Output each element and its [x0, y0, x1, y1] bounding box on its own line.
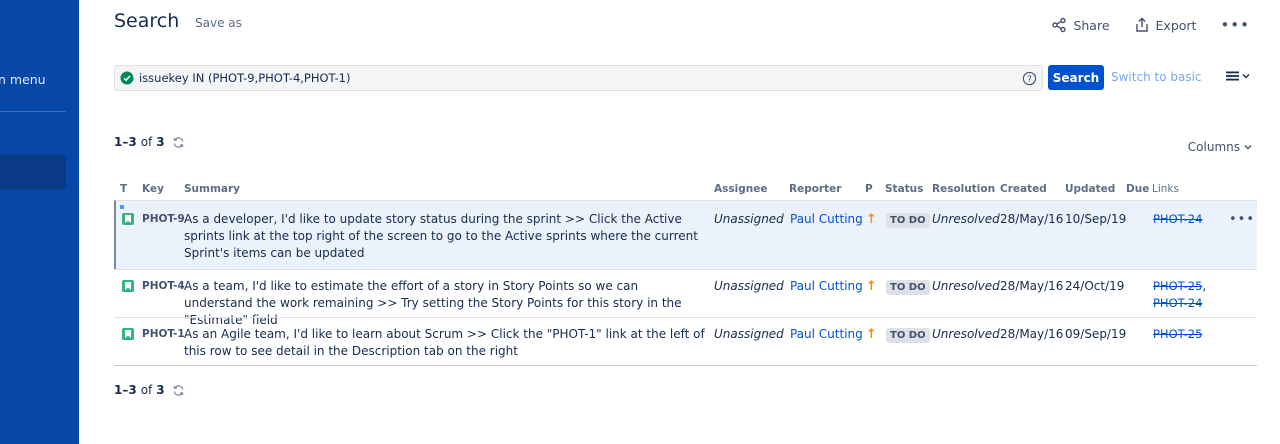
issue-summary[interactable]: As an Agile team, I'd like to learn abou…	[184, 326, 706, 360]
table-bottom-border	[114, 365, 1257, 366]
issue-link[interactable]: PHOT-24	[1153, 296, 1202, 310]
help-icon[interactable]: ?	[1022, 71, 1037, 86]
issue-link[interactable]: PHOT-24	[1153, 211, 1202, 228]
table-row[interactable]: PHOT-4 As a team, I'd like to estimate t…	[114, 269, 1257, 327]
status-badge: TO DO	[886, 280, 930, 295]
table-header: T Key Summary Assignee Reporter P Status…	[114, 180, 1257, 200]
issue-resolution: Unresolved	[932, 327, 1000, 341]
share-label: Share	[1073, 17, 1110, 33]
search-button[interactable]: Search	[1048, 65, 1104, 90]
result-range: 1–3	[114, 383, 137, 397]
issue-summary[interactable]: As a developer, I'd like to update story…	[184, 211, 706, 262]
result-count-top: 1–3 of 3	[114, 135, 185, 149]
status-badge: TO DO	[886, 213, 930, 228]
result-count-bottom: 1–3 of 3	[114, 383, 185, 397]
switch-to-basic-link[interactable]: Switch to basic	[1111, 70, 1202, 84]
sidebar-menu-label[interactable]: n menu	[0, 72, 46, 87]
issue-updated: 24/Oct/19	[1065, 279, 1125, 293]
header-type[interactable]: T	[120, 183, 127, 195]
story-icon	[122, 280, 134, 292]
export-icon	[1135, 17, 1148, 32]
header-resolution[interactable]: Resolution	[932, 183, 995, 195]
status-cell: TO DO	[886, 278, 930, 295]
status-cell: TO DO	[886, 326, 930, 343]
header-assignee[interactable]: Assignee	[714, 183, 767, 195]
focus-indicator	[120, 205, 124, 209]
header-updated[interactable]: Updated	[1065, 183, 1115, 195]
export-label: Export	[1155, 17, 1197, 33]
status-cell: TO DO	[886, 211, 930, 228]
row-actions-button[interactable]: •••	[1229, 211, 1255, 228]
jql-input[interactable]	[134, 71, 1022, 85]
chevron-down-icon	[1244, 145, 1252, 150]
chevron-down-icon	[1242, 74, 1250, 79]
export-button[interactable]: Export	[1134, 17, 1197, 33]
issue-updated: 09/Sep/19	[1065, 327, 1127, 341]
columns-button[interactable]: Columns	[1188, 140, 1252, 154]
header-priority[interactable]: P	[865, 183, 873, 195]
issue-assignee: Unassigned	[714, 327, 784, 341]
issue-created: 28/May/16	[1000, 212, 1064, 226]
svg-text:?: ?	[1027, 74, 1032, 84]
refresh-icon[interactable]	[172, 384, 185, 397]
issue-links: PHOT-25, PHOT-24	[1153, 279, 1207, 310]
issue-resolution: Unresolved	[932, 212, 1000, 226]
save-as-button[interactable]: Save as	[195, 16, 242, 30]
issue-reporter[interactable]: Paul Cutting	[790, 211, 863, 228]
header-summary[interactable]: Summary	[184, 183, 240, 195]
header-created[interactable]: Created	[1000, 183, 1047, 195]
issue-reporter[interactable]: Paul Cutting	[790, 278, 863, 295]
page-title: Search	[114, 10, 180, 32]
issue-reporter[interactable]: Paul Cutting	[790, 326, 863, 343]
issue-link[interactable]: PHOT-25	[1153, 279, 1202, 293]
jql-search-box: ?	[114, 65, 1043, 91]
header-due[interactable]: Due	[1126, 183, 1149, 195]
issue-key-link[interactable]: PHOT-4	[142, 278, 185, 295]
sidebar-selected-item[interactable]	[0, 155, 66, 189]
result-total: 3	[156, 383, 165, 397]
story-icon	[122, 328, 134, 340]
story-icon	[122, 213, 134, 225]
issue-link[interactable]: PHOT-25	[1153, 326, 1202, 343]
valid-check-icon	[120, 71, 134, 85]
issue-table: T Key Summary Assignee Reporter P Status…	[114, 180, 1257, 365]
priority-high-icon: ↑	[866, 327, 877, 342]
issue-key-link[interactable]: PHOT-9	[142, 211, 185, 228]
header-key[interactable]: Key	[142, 183, 164, 195]
columns-label: Columns	[1187, 140, 1240, 154]
header-status[interactable]: Status	[885, 183, 923, 195]
priority-high-icon: ↑	[866, 212, 877, 227]
issue-created: 28/May/16	[1000, 279, 1064, 293]
issue-key-link[interactable]: PHOT-1	[142, 326, 185, 343]
share-button[interactable]: Share	[1051, 17, 1110, 33]
table-row[interactable]: PHOT-1 As an Agile team, I'd like to lea…	[114, 317, 1257, 365]
refresh-icon[interactable]	[172, 136, 185, 149]
issue-created: 28/May/16	[1000, 327, 1064, 341]
result-range: 1–3	[114, 135, 137, 149]
issue-resolution: Unresolved	[932, 279, 1000, 293]
top-actions: Share Export •••	[1051, 16, 1250, 34]
header-links[interactable]: Links	[1152, 183, 1179, 195]
list-view-toggle[interactable]	[1226, 70, 1250, 82]
priority-high-icon: ↑	[866, 279, 877, 294]
more-actions-button[interactable]: •••	[1220, 16, 1250, 34]
status-badge: TO DO	[886, 328, 930, 343]
table-row[interactable]: PHOT-9 As a developer, I'd like to updat…	[114, 200, 1257, 269]
issue-assignee: Unassigned	[714, 279, 784, 293]
sidebar: n menu	[0, 0, 79, 444]
header-reporter[interactable]: Reporter	[789, 183, 841, 195]
list-view-icon	[1226, 71, 1239, 81]
result-total: 3	[156, 135, 165, 149]
result-of: of	[140, 135, 153, 149]
issue-updated: 10/Sep/19	[1065, 212, 1127, 226]
sidebar-divider	[0, 111, 66, 112]
share-icon	[1052, 17, 1067, 33]
issue-assignee: Unassigned	[714, 212, 784, 226]
result-of: of	[140, 383, 153, 397]
